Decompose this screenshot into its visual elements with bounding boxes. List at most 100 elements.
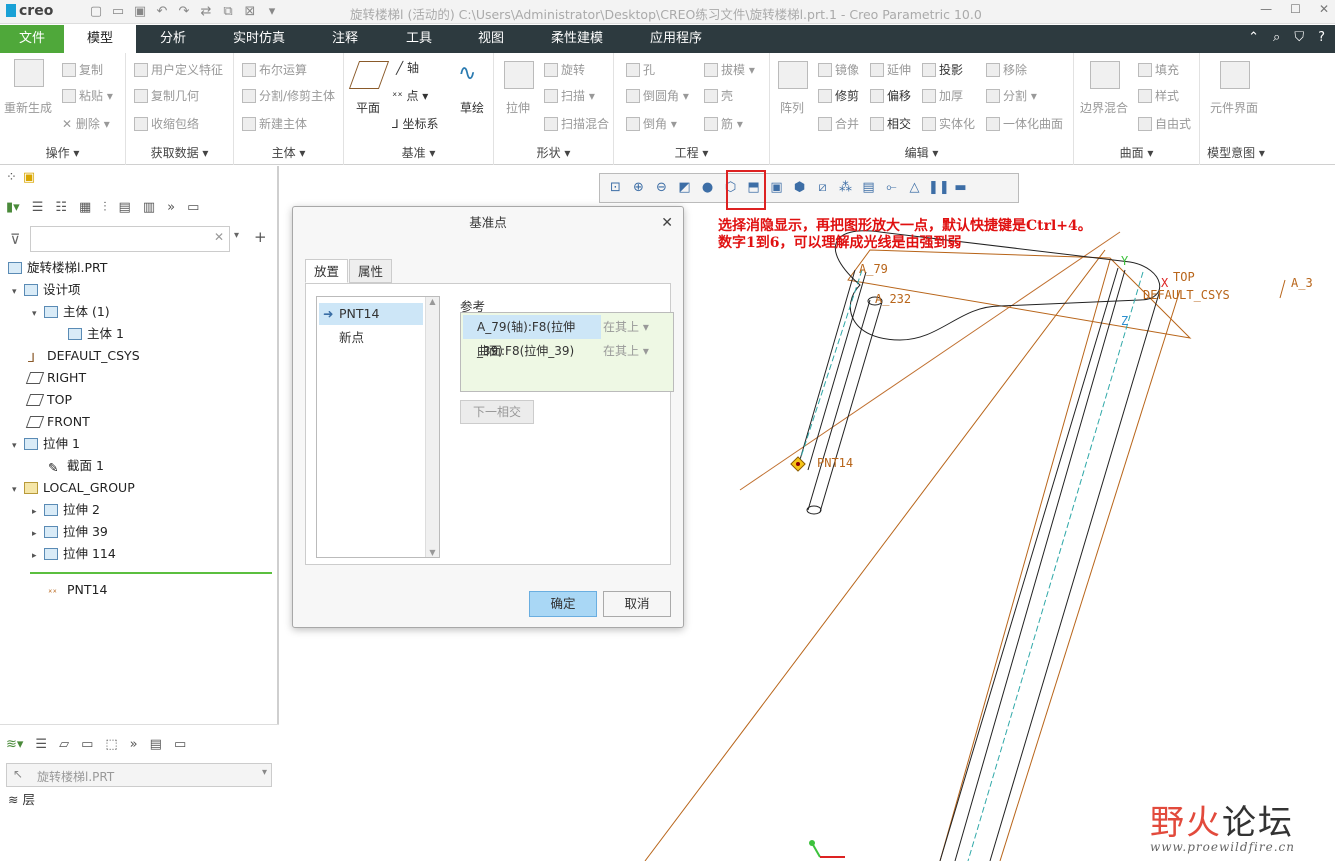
- group-title-shape[interactable]: 形状 ▾: [494, 144, 613, 161]
- tree-node-bodies[interactable]: ▾ 主体 (1): [32, 302, 110, 322]
- datum-filters-icon[interactable]: ⁂: [836, 178, 855, 198]
- layers-menu-icon[interactable]: ≋▾: [6, 737, 23, 752]
- group-title-surfaces[interactable]: 曲面 ▾: [1074, 144, 1199, 161]
- more-icon[interactable]: »: [130, 737, 138, 752]
- maximize-icon[interactable]: ☐: [1290, 2, 1301, 16]
- unify-surfaces-button[interactable]: 一体化曲面: [986, 115, 1063, 132]
- tab-file[interactable]: 文件: [0, 25, 64, 53]
- reference-row[interactable]: 曲面:F8(拉伸_39) 在其上 ▾: [463, 339, 671, 363]
- layer-hide-icon[interactable]: ▭: [81, 737, 93, 752]
- ok-button[interactable]: 确定: [529, 591, 597, 617]
- new-file-icon[interactable]: ▢: [86, 2, 106, 22]
- spin-center-icon[interactable]: ⟜: [882, 178, 901, 198]
- layer-export-icon[interactable]: ▭: [174, 737, 186, 752]
- insert-here-indicator[interactable]: [30, 572, 272, 574]
- refit-icon[interactable]: ⊡: [606, 178, 625, 198]
- copy-geometry-button[interactable]: 复制几何: [134, 87, 199, 104]
- tree-node-top[interactable]: TOP: [25, 390, 72, 410]
- tree-node-extrude39[interactable]: ▸ 拉伸 39: [32, 522, 108, 542]
- group-title-operations[interactable]: 操作 ▾: [0, 144, 125, 161]
- annotation-display-icon[interactable]: ▤: [859, 178, 878, 198]
- community-icon[interactable]: ⛉: [1294, 30, 1304, 45]
- tab-simulation[interactable]: 实时仿真: [218, 25, 300, 53]
- tree-node-part[interactable]: 旋转楼梯l.PRT: [8, 258, 107, 278]
- sketch-button[interactable]: 草绘: [460, 99, 484, 116]
- shell-button[interactable]: 壳: [704, 87, 733, 104]
- style-button[interactable]: 样式: [1138, 87, 1179, 104]
- pause-icon[interactable]: ❚❚: [928, 178, 950, 198]
- tree-node-extrude1[interactable]: ▾ 拉伸 1: [12, 434, 80, 454]
- boolean-button[interactable]: 布尔运算: [242, 61, 307, 78]
- close-icon[interactable]: ✕: [661, 215, 673, 231]
- perspective-icon[interactable]: △: [905, 178, 924, 198]
- tab-properties[interactable]: 属性: [349, 259, 393, 283]
- tree-columns-icon[interactable]: ▦: [79, 200, 91, 215]
- remove-button[interactable]: 移除: [986, 61, 1027, 78]
- group-title-engineering[interactable]: 工程 ▾: [614, 144, 769, 161]
- group-title-getdata[interactable]: 获取数据 ▾: [126, 144, 233, 161]
- clear-search-icon[interactable]: ✕: [214, 230, 224, 244]
- repaint-icon[interactable]: ◩: [675, 178, 694, 198]
- extend-button[interactable]: 延伸: [870, 61, 911, 78]
- split-button[interactable]: 分割 ▾: [986, 87, 1037, 104]
- tree-expand-icon[interactable]: ☷: [55, 200, 67, 215]
- undo-icon[interactable]: ↶: [152, 2, 172, 22]
- extrude-button[interactable]: 拉伸: [506, 99, 530, 116]
- sweep-button[interactable]: 扫描 ▾: [544, 87, 595, 104]
- point-list-item-new[interactable]: 新点: [319, 327, 423, 349]
- tree-node-design-items[interactable]: ▾ 设计项: [12, 280, 81, 300]
- point-list-item[interactable]: ➜ PNT14: [319, 303, 423, 325]
- cancel-button[interactable]: 取消: [603, 591, 671, 617]
- group-title-editing[interactable]: 编辑 ▾: [770, 144, 1073, 161]
- layer-new-icon[interactable]: ▱: [59, 737, 69, 752]
- tab-tools[interactable]: 工具: [386, 25, 452, 53]
- new-body-button[interactable]: 新建主体: [242, 115, 307, 132]
- add-icon[interactable]: +: [254, 228, 267, 246]
- tree-node-section1[interactable]: ✎ 截面 1: [48, 456, 104, 476]
- search-icon[interactable]: ⌕: [1273, 30, 1280, 45]
- save-icon[interactable]: ▣: [130, 2, 150, 22]
- view-manager-icon[interactable]: ⬢: [790, 178, 809, 198]
- minimize-icon[interactable]: —: [1260, 2, 1272, 16]
- revolve-button[interactable]: 旋转: [544, 61, 585, 78]
- boundary-blend-button[interactable]: 边界混合: [1080, 99, 1128, 116]
- zoom-out-icon[interactable]: ⊖: [652, 178, 671, 198]
- component-interface-button[interactable]: 元件界面: [1210, 99, 1258, 116]
- solidify-button[interactable]: 实体化: [922, 115, 975, 132]
- tree-node-front[interactable]: FRONT: [25, 412, 90, 432]
- point-button[interactable]: ˣˣ 点 ▾: [392, 87, 428, 104]
- fill-button[interactable]: 填充: [1138, 61, 1179, 78]
- offset-button[interactable]: 偏移: [870, 87, 911, 104]
- sweep-blend-button[interactable]: 扫描混合: [544, 115, 609, 132]
- tree-filters-icon[interactable]: ⫶: [103, 200, 106, 215]
- paste-button[interactable]: 粘贴 ▾: [62, 87, 113, 104]
- model-tree-menu-icon[interactable]: ▮▾: [6, 200, 20, 215]
- tree-node-body1[interactable]: 主体 1: [56, 324, 124, 344]
- tree-export-icon[interactable]: ▭: [187, 200, 199, 215]
- redo-icon[interactable]: ↷: [174, 2, 194, 22]
- layer-tree-root[interactable]: ≋ 层: [8, 789, 35, 808]
- shrinkwrap-button[interactable]: 收缩包络: [134, 115, 199, 132]
- open-file-icon[interactable]: ▭: [108, 2, 128, 22]
- tab-flexible[interactable]: 柔性建模: [534, 25, 620, 53]
- tree-node-default-csys[interactable]: ⅃ DEFAULT_CSYS: [28, 346, 140, 366]
- model-tree-tab-icon[interactable]: ⁘: [6, 170, 17, 185]
- group-title-datum[interactable]: 基准 ▾: [344, 144, 493, 161]
- layer-settings-icon[interactable]: ▤: [150, 737, 162, 752]
- zoom-in-icon[interactable]: ⊕: [629, 178, 648, 198]
- round-button[interactable]: 倒圆角 ▾: [626, 87, 689, 104]
- regenerate-icon[interactable]: ⇄: [196, 2, 216, 22]
- merge-button[interactable]: 合并: [818, 115, 859, 132]
- tree-list-icon[interactable]: ☰: [32, 200, 44, 215]
- layer-model-select[interactable]: ↖ 旋转楼梯l.PRT ▾: [6, 763, 272, 787]
- mirror-button[interactable]: 镜像: [818, 61, 859, 78]
- qat-menu-icon[interactable]: ▾: [262, 2, 282, 22]
- tree-node-extrude114[interactable]: ▸ 拉伸 114: [32, 544, 116, 564]
- layer-show-icon[interactable]: ⬚: [105, 737, 117, 752]
- point-list-scrollbar[interactable]: ▲ ▼: [425, 297, 439, 557]
- tab-model[interactable]: 模型: [64, 25, 136, 53]
- csys-button[interactable]: ⅃ 坐标系: [392, 115, 439, 132]
- windows-icon[interactable]: ⧉: [218, 2, 238, 22]
- thicken-button[interactable]: 加厚: [922, 87, 963, 104]
- reference-row[interactable]: A_79(轴):F8(拉伸_39) 在其上 ▾: [463, 315, 671, 358]
